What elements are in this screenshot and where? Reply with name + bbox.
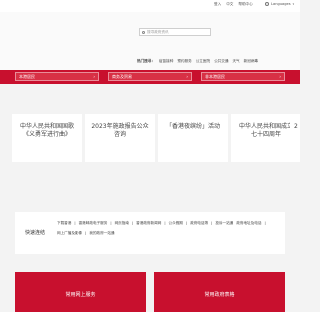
- featured-card-title: 中华人民共和国国歌《义勇军进行曲》: [19, 123, 74, 138]
- quick-link[interactable]: 下载香港: [57, 221, 71, 226]
- popular-search-link[interactable]: 公共交通: [214, 59, 228, 64]
- globe-icon: [265, 2, 269, 6]
- quick-link[interactable]: 香港邮政电子服务: [79, 221, 108, 226]
- quick-links-panel: 快速连结 下载香港 | 香港邮政电子服务 | 网页指南 | 香港政府新闻网 | 公众假期…: [15, 212, 285, 254]
- popular-search-link[interactable]: 公立医院: [196, 59, 210, 64]
- quick-link[interactable]: 香港政府新闻网: [136, 221, 161, 226]
- top-link-help[interactable]: 帮助中心: [238, 2, 252, 7]
- top-links: 登入 中文 帮助中心: [214, 2, 253, 7]
- quick-link[interactable]: 网上广播及影像: [57, 231, 82, 236]
- quick-link[interactable]: 投诉一站通: [215, 221, 233, 226]
- featured-card-title: 2: [294, 123, 298, 130]
- chevron-right-icon: ›: [186, 74, 188, 79]
- search-input[interactable]: 搜寻政府资讯: [139, 28, 211, 36]
- top-bar: 登入 中文 帮助中心 Languages ▾: [0, 0, 300, 12]
- quick-links-title: 快速连结: [25, 230, 46, 236]
- featured-card[interactable]: 「香港夜缤纷」活动: [158, 114, 228, 162]
- chevron-down-icon: ▾: [292, 2, 295, 6]
- featured-card[interactable]: 中华人民共和国国歌《义勇军进行曲》: [12, 114, 82, 162]
- search-icon: [142, 30, 145, 34]
- featured-card-title: 2023年施政报告公众咨询: [91, 123, 149, 138]
- nav-residents-label: 本港居民: [19, 73, 35, 79]
- quick-link[interactable]: 政府地址及电话: [236, 221, 261, 226]
- nav-non-residents[interactable]: 非本港居民 ›: [201, 72, 285, 81]
- top-link-chinese[interactable]: 中文: [226, 2, 233, 7]
- nav-non-residents-label: 非本港居民: [205, 73, 225, 79]
- popular-search-link[interactable]: 疫苗接种: [159, 59, 173, 64]
- popular-search-link[interactable]: 新冠病毒: [244, 59, 258, 64]
- popular-search-link[interactable]: 预约服务: [177, 59, 191, 64]
- popular-searches-label: 热门搜寻：: [137, 59, 155, 63]
- quick-link[interactable]: 我的政府一站通: [89, 231, 114, 236]
- featured-carousel: 中华人民共和国国歌《义勇军进行曲》 2023年施政报告公众咨询 「香港夜缤纷」活…: [0, 106, 300, 164]
- online-services-panel[interactable]: 常用网上服务: [15, 272, 146, 312]
- nav-business[interactable]: 商务及贸易 ›: [108, 72, 192, 81]
- quick-link[interactable]: 网页指南: [115, 221, 129, 226]
- chevron-right-icon: ›: [93, 74, 95, 79]
- top-link-login[interactable]: 登入: [214, 2, 221, 7]
- search-placeholder: 搜寻政府资讯: [147, 29, 169, 34]
- gov-forms-label: 常用政府表格: [204, 292, 235, 298]
- popular-search-link[interactable]: 天气: [232, 59, 239, 64]
- language-label: Languages: [271, 2, 291, 6]
- chevron-right-icon: ›: [279, 74, 281, 79]
- nav-business-label: 商务及贸易: [112, 73, 132, 79]
- online-services-label: 常用网上服务: [65, 292, 96, 298]
- quick-links-list: 下载香港 | 香港邮政电子服务 | 网页指南 | 香港政府新闻网 | 公众假期 | 政府电…: [57, 221, 266, 236]
- gov-forms-panel[interactable]: 常用政府表格: [154, 272, 285, 312]
- popular-searches: 热门搜寻： 疫苗接种 预约服务 公立医院 公共交通 天气 新冠病毒: [137, 59, 258, 64]
- featured-card-title: 中华人民共和国成立七十四周年: [238, 123, 293, 138]
- quick-link[interactable]: 公众假期: [169, 221, 183, 226]
- language-selector[interactable]: Languages ▾: [265, 2, 294, 6]
- featured-card[interactable]: 2: [290, 114, 300, 162]
- quick-link[interactable]: 政府电话簿: [190, 221, 208, 226]
- nav-residents[interactable]: 本港居民 ›: [15, 72, 99, 81]
- featured-card-title: 「香港夜缤纷」活动: [165, 123, 220, 130]
- featured-card[interactable]: 2023年施政报告公众咨询: [85, 114, 155, 162]
